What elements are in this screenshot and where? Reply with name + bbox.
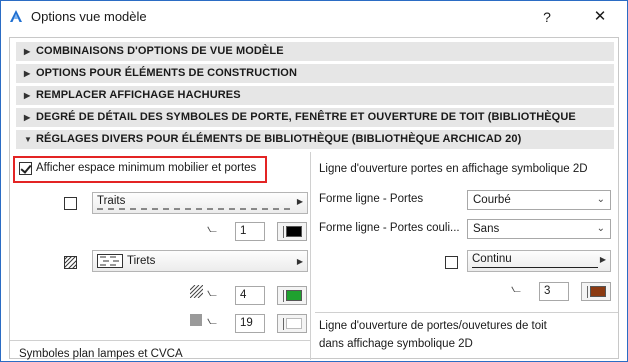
fill-pen-input[interactable]: 4 (235, 286, 265, 305)
section-library-settings[interactable]: ▼ RÉGLAGES DIVERS POUR ÉLÉMENTS DE BIBLI… (16, 130, 614, 149)
divider (283, 318, 284, 330)
collapse-arrow-icon: ▼ (24, 135, 33, 144)
expand-arrow-icon: ▶ (24, 47, 31, 56)
section-label: COMBINAISONS D'OPTIONS DE VUE MODÈLE (36, 45, 284, 57)
solid-line-preview-icon (472, 267, 598, 268)
pen-icon: ⦦ (207, 221, 217, 235)
fill-pen-color-button[interactable] (277, 286, 307, 305)
section-label: REMPLACER AFFICHAGE HACHURES (36, 89, 241, 101)
expand-arrow-icon: ▶ (24, 69, 31, 78)
background-pen-input[interactable]: 19 (235, 314, 265, 333)
door-line-shape-label: Forme ligne - Portes (319, 193, 424, 205)
divider (315, 312, 618, 313)
background-pen-color-button[interactable] (277, 314, 307, 333)
sliding-door-shape-select[interactable]: Sans ⌄ (467, 219, 611, 239)
section-label: OPTIONS POUR ÉLÉMENTS DE CONSTRUCTION (36, 67, 297, 79)
section-label: RÉGLAGES DIVERS POUR ÉLÉMENTS DE BIBLIOT… (36, 133, 522, 145)
section-construction-elements[interactable]: ▶ OPTIONS POUR ÉLÉMENTS DE CONSTRUCTION (16, 64, 614, 83)
color-swatch (590, 286, 606, 297)
pen-icon: ⦦ (511, 281, 521, 295)
sliding-door-shape-label: Forme ligne - Portes couli... (319, 222, 460, 234)
chevron-down-icon: ⌄ (596, 223, 605, 234)
divider (10, 340, 310, 341)
lamp-symbols-label: Symboles plan lampes et CVCA (19, 348, 183, 360)
close-button[interactable]: ✕ (587, 7, 613, 27)
section-view-combinations[interactable]: ▶ COMBINAISONS D'OPTIONS DE VUE MODÈLE (16, 42, 614, 61)
pen-icon: ⦦ (207, 285, 217, 299)
roof-opening-heading-line1: Ligne d'ouverture de portes/ouvetures de… (319, 320, 547, 332)
expand-arrow-icon: ▶ (24, 113, 31, 122)
chevron-right-icon: ▶ (296, 257, 303, 266)
archicad-logo-icon (10, 10, 22, 22)
fill-type-label: Tirets (127, 255, 156, 267)
line-type-selector[interactable]: Continu ▶ (467, 250, 611, 272)
line-pen-input[interactable]: 1 (235, 222, 265, 241)
background-fill-icon (190, 314, 202, 326)
color-swatch (286, 226, 302, 237)
divider (587, 286, 588, 298)
color-swatch (286, 290, 302, 301)
window-title: Options vue modèle (31, 9, 147, 24)
divider (283, 290, 284, 302)
line-type-label: Traits (97, 195, 126, 207)
line-type-checkbox[interactable] (445, 256, 458, 269)
left-panel: Afficher espace minimum mobilier et port… (10, 152, 310, 360)
section-detail-level[interactable]: ▶ DEGRÉ DE DÉTAIL DES SYMBOLES DE PORTE,… (16, 108, 614, 142)
chevron-down-icon: ⌄ (596, 194, 605, 205)
line-type-selector[interactable]: Traits ▶ (92, 192, 308, 214)
chevron-right-icon: ▶ (296, 197, 303, 206)
fill-pen-hatch-icon (190, 285, 203, 298)
select-value: Sans (473, 223, 500, 235)
line-pen-color-button[interactable] (277, 222, 307, 241)
hatch-fill-icon (64, 256, 77, 269)
show-space-label: Afficher espace minimum mobilier et port… (36, 162, 257, 174)
door-line-heading: Ligne d'ouverture portes en affichage sy… (319, 163, 588, 175)
section-override-hatching[interactable]: ▶ REMPLACER AFFICHAGE HACHURES (16, 86, 614, 105)
color-swatch (286, 318, 302, 329)
pen-icon: ⦦ (207, 313, 217, 327)
dashed-line-preview-icon (97, 208, 293, 210)
line-enable-checkbox[interactable] (64, 197, 77, 210)
options-dialog: Options vue modèle ? ✕ ▶ COMBINAISONS D'… (0, 0, 628, 362)
right-line-pen-color-button[interactable] (581, 282, 611, 301)
dashed-fill-preview-icon (97, 254, 123, 268)
fill-type-selector[interactable]: Tirets ▶ (92, 250, 308, 272)
right-panel: Ligne d'ouverture portes en affichage sy… (315, 152, 618, 360)
right-line-pen-input[interactable]: 3 (539, 282, 569, 301)
select-value: Courbé (473, 194, 511, 206)
expand-arrow-icon: ▶ (24, 91, 31, 100)
show-space-checkbox[interactable] (19, 162, 32, 175)
door-line-shape-select[interactable]: Courbé ⌄ (467, 190, 611, 210)
help-button[interactable]: ? (535, 7, 559, 27)
divider (283, 226, 284, 238)
roof-opening-heading-line2: dans affichage symbolique 2D (319, 338, 473, 350)
titlebar: Options vue modèle ? ✕ (1, 1, 627, 32)
line-type-value: Continu (472, 253, 512, 265)
chevron-right-icon: ▶ (599, 255, 606, 264)
panel-divider (310, 152, 311, 360)
dialog-content: ▶ COMBINAISONS D'OPTIONS DE VUE MODÈLE ▶… (9, 37, 619, 360)
